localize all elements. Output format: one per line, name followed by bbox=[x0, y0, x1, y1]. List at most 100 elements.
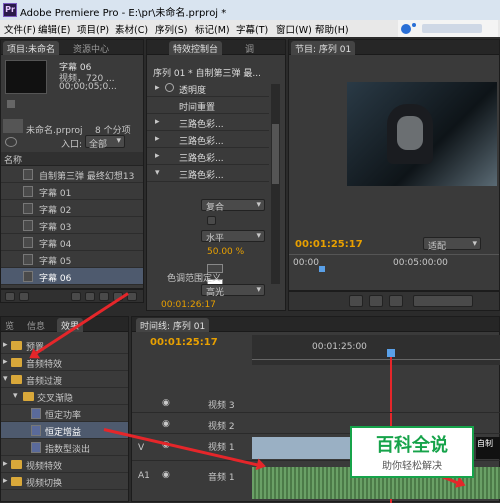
search-icon[interactable] bbox=[5, 137, 17, 147]
find-icon[interactable] bbox=[85, 292, 95, 301]
playhead-marker[interactable] bbox=[319, 266, 325, 272]
list-item[interactable]: 字幕 02 bbox=[1, 200, 143, 217]
property-label: 透明度 bbox=[179, 86, 207, 96]
percent-value[interactable]: 50.00 % bbox=[207, 247, 244, 257]
title-bar: Pr Adobe Premiere Pro - E:\pr\未命名.prproj… bbox=[0, 0, 500, 20]
time-ruler[interactable]: 00:01:25:00 bbox=[252, 335, 500, 365]
tree-item[interactable]: 指数型淡出 bbox=[1, 439, 128, 456]
property-label: 三路色彩... bbox=[179, 171, 224, 181]
playhead-handle[interactable] bbox=[387, 349, 395, 357]
menu-bar: 文件(F) 编辑(E) 项目(P) 素材(C) 序列(S) 标记(M) 字幕(T… bbox=[0, 20, 500, 37]
timeline-timecode[interactable]: 00:01:25:17 bbox=[150, 337, 218, 348]
property-row[interactable]: 时间重置 bbox=[147, 97, 269, 114]
tree-item[interactable]: ▾ 交叉渐隐 bbox=[1, 388, 128, 405]
fx-icon[interactable] bbox=[165, 83, 174, 92]
list-item-label: 字幕 02 bbox=[39, 206, 72, 216]
property-label: 三路色彩... bbox=[179, 120, 224, 130]
fit-dropdown[interactable]: 适配 ▾ bbox=[423, 237, 481, 252]
fit-value: 适配 bbox=[428, 242, 447, 252]
project-file-icon bbox=[3, 119, 23, 133]
track-label: 视频 1 bbox=[208, 443, 235, 453]
play-preview-icon[interactable] bbox=[7, 100, 15, 108]
track-video-3: ◉ 视频 3 bbox=[132, 393, 500, 413]
menu-sequence[interactable]: 序列(S) bbox=[155, 22, 187, 36]
tree-item[interactable]: ▸ 视频切换 bbox=[1, 473, 128, 490]
preview-thumbnail bbox=[5, 60, 47, 94]
property-row[interactable]: ▸ 透明度 bbox=[147, 80, 269, 97]
tab-mixer[interactable]: 调 bbox=[241, 41, 258, 55]
list-item[interactable]: 自制第三弹 最终幻想13 bbox=[1, 166, 143, 183]
program-timecode[interactable]: 00:01:25:17 bbox=[295, 239, 363, 250]
range-label: 色调范围定义 bbox=[167, 274, 222, 284]
tab-program[interactable]: 节目: 序列 01 bbox=[291, 41, 356, 55]
tree-item-label: 视频特效 bbox=[26, 462, 63, 472]
eye-icon[interactable]: ◉ bbox=[162, 398, 170, 408]
step-forward-icon[interactable] bbox=[389, 295, 403, 307]
ad-banner bbox=[398, 20, 498, 37]
play-icon[interactable] bbox=[369, 295, 383, 307]
menu-edit[interactable]: 编辑(E) bbox=[38, 22, 70, 36]
folder-icon bbox=[23, 392, 34, 401]
property-row[interactable]: ▸ 三路色彩... bbox=[147, 148, 269, 165]
tree-item[interactable]: ▾ 音频过渡 bbox=[1, 371, 128, 388]
effect-controls-panel: 特效控制台 调 序列 01 * 自制第三弹 最... ▸ 透明度 时间重置 ▸ 三路… bbox=[146, 39, 286, 311]
sequence-icon bbox=[23, 169, 33, 180]
title-icon bbox=[23, 203, 33, 214]
name-column-header[interactable]: 名称 bbox=[1, 152, 143, 166]
list-item[interactable]: 字幕 03 bbox=[1, 217, 143, 234]
property-label: 三路色彩... bbox=[179, 154, 224, 164]
tree-item[interactable]: 恒定功率 bbox=[1, 405, 128, 422]
menu-title[interactable]: 字幕(T) bbox=[236, 22, 268, 36]
tab-info[interactable]: 信息 bbox=[23, 318, 49, 332]
menu-help[interactable]: 帮助(H) bbox=[315, 22, 349, 36]
folder-icon bbox=[11, 477, 22, 486]
blend-dropdown[interactable]: 复合 ▾ bbox=[201, 199, 265, 213]
automate-icon[interactable] bbox=[71, 292, 81, 301]
track-label: 音频 1 bbox=[208, 473, 235, 483]
list-item-label: 字幕 05 bbox=[39, 257, 72, 267]
tab-timeline[interactable]: 时间线: 序列 01 bbox=[136, 318, 210, 332]
quality-value: 高光 bbox=[206, 288, 225, 298]
transport-controls bbox=[288, 291, 500, 311]
step-back-icon[interactable] bbox=[349, 295, 363, 307]
quality-dropdown[interactable]: 高光 ▾ bbox=[201, 284, 265, 298]
list-view-icon[interactable] bbox=[5, 292, 15, 301]
menu-marker[interactable]: 标记(M) bbox=[195, 22, 230, 36]
mode-dropdown[interactable]: 水平 ▾ bbox=[201, 230, 265, 244]
jog-shuttle[interactable] bbox=[413, 295, 473, 307]
tab-browser[interactable]: 览 bbox=[1, 318, 18, 332]
video-clip-right[interactable]: 自制 bbox=[476, 437, 500, 459]
tab-project[interactable]: 项目:未命名 bbox=[3, 41, 60, 55]
transition-icon bbox=[31, 408, 41, 419]
property-row[interactable]: ▸ 三路色彩... bbox=[147, 114, 269, 131]
property-row[interactable]: ▸ 三路色彩... bbox=[147, 131, 269, 148]
window-title: Adobe Premiere Pro - E:\pr\未命名.prproj * bbox=[20, 8, 227, 19]
tree-item[interactable]: ▸ 预置 bbox=[1, 337, 128, 354]
speaker-icon[interactable]: ◉ bbox=[162, 470, 170, 480]
eye-icon[interactable]: ◉ bbox=[162, 419, 170, 429]
menu-window[interactable]: 窗口(W) bbox=[276, 22, 312, 36]
list-item-label: 字幕 06 bbox=[39, 274, 72, 284]
entry-dropdown[interactable]: 全部 ▾ bbox=[85, 135, 125, 150]
list-item[interactable]: 字幕 04 bbox=[1, 234, 143, 251]
folder-icon bbox=[11, 375, 22, 384]
menu-clip[interactable]: 素材(C) bbox=[115, 22, 148, 36]
tree-item[interactable]: ▸ 视频特效 bbox=[1, 456, 128, 473]
menu-file[interactable]: 文件(F) bbox=[4, 22, 36, 36]
checkbox[interactable] bbox=[207, 216, 216, 225]
tab-resource-center[interactable]: 资源中心 bbox=[69, 41, 113, 55]
tab-effect-controls[interactable]: 特效控制台 bbox=[169, 41, 223, 55]
title-icon bbox=[23, 186, 33, 197]
scrollbar[interactable] bbox=[271, 84, 280, 284]
property-row[interactable]: ▾ 三路色彩... bbox=[147, 165, 269, 182]
project-item-list: 自制第三弹 最终幻想13 字幕 01 字幕 02 字幕 03 字幕 04 字幕 … bbox=[1, 166, 143, 290]
effect-time[interactable]: 00:01:26:17 bbox=[161, 300, 216, 310]
new-bin-icon[interactable] bbox=[99, 292, 109, 301]
tree-item[interactable]: ▸ 音频特效 bbox=[1, 354, 128, 371]
list-item[interactable]: 字幕 01 bbox=[1, 183, 143, 200]
menu-project[interactable]: 项目(P) bbox=[77, 22, 109, 36]
list-item[interactable]: 字幕 05 bbox=[1, 251, 143, 268]
list-item[interactable]: 字幕 06 bbox=[1, 268, 143, 285]
icon-view-icon[interactable] bbox=[19, 292, 29, 301]
project-file-name: 未命名.prproj bbox=[26, 126, 83, 136]
